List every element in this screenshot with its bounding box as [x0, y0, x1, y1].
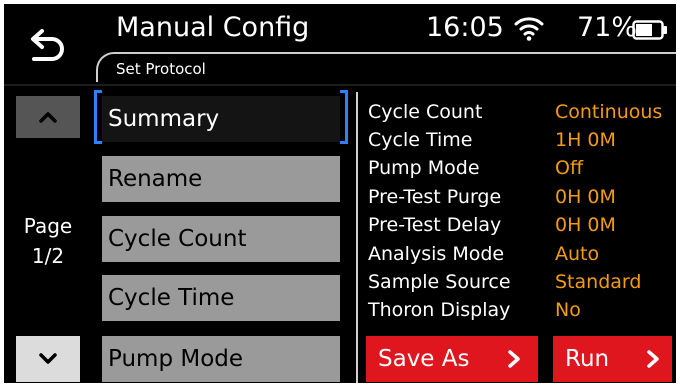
- header-divider: [4, 84, 676, 86]
- detail-value-thoron-display: No: [555, 299, 581, 321]
- detail-label-analysis-mode: Analysis Mode: [368, 243, 505, 265]
- menu-item-cycle-count[interactable]: Cycle Count: [102, 216, 340, 262]
- device-screen: Manual Config Set Protocol 16:05 71% Pag…: [4, 4, 676, 383]
- chevron-down-icon: [39, 353, 57, 364]
- save-as-label: Save As: [378, 346, 470, 372]
- menu-item-label: Summary: [108, 106, 220, 132]
- menu-item-cycle-time[interactable]: Cycle Time: [102, 275, 340, 321]
- detail-value-pump-mode: Off: [555, 157, 584, 179]
- selection-bracket-left: [94, 90, 102, 144]
- menu-item-pump-mode[interactable]: Pump Mode: [102, 336, 340, 382]
- chevron-up-icon: [39, 112, 57, 123]
- menu-item-rename[interactable]: Rename: [102, 156, 340, 202]
- detail-label-cycle-count: Cycle Count: [368, 101, 483, 123]
- page-subtitle: Set Protocol: [116, 60, 206, 78]
- battery-percent: 71%: [577, 12, 638, 43]
- clock-time: 16:05: [426, 12, 504, 43]
- detail-value-cycle-count: Continuous: [555, 101, 663, 123]
- menu-item-label: Pump Mode: [108, 346, 244, 372]
- detail-label-cycle-time: Cycle Time: [368, 129, 473, 151]
- detail-value-sample-source: Standard: [555, 271, 642, 293]
- menu-item-label: Cycle Count: [108, 226, 247, 252]
- menu-item-summary[interactable]: Summary: [94, 90, 348, 144]
- detail-value-analysis-mode: Auto: [555, 243, 600, 265]
- panel-separator: [356, 92, 358, 383]
- back-arrow-icon: [31, 29, 64, 61]
- chevron-right-icon: [508, 350, 520, 368]
- page-number: 1/2: [31, 244, 65, 268]
- detail-label-pre-test-purge: Pre-Test Purge: [368, 186, 502, 208]
- detail-label-sample-source: Sample Source: [368, 271, 511, 293]
- chevron-right-icon: [647, 350, 659, 368]
- menu-item-label: Rename: [108, 166, 203, 192]
- menu-item-label: Cycle Time: [108, 285, 235, 311]
- detail-label-thoron-display: Thoron Display: [368, 299, 511, 321]
- run-label: Run: [565, 346, 610, 372]
- detail-value-pre-test-purge: 0H 0M: [555, 186, 616, 208]
- page-word: Page: [23, 214, 73, 238]
- battery-icon: [632, 20, 667, 40]
- detail-value-cycle-time: 1H 0M: [555, 129, 616, 151]
- wifi-icon: [514, 17, 544, 41]
- page-down-button[interactable]: [16, 336, 80, 382]
- page-title: Manual Config: [116, 12, 310, 43]
- page-indicator: Page 1/2: [4, 211, 92, 271]
- detail-value-pre-test-delay: 0H 0M: [555, 214, 616, 236]
- detail-label-pump-mode: Pump Mode: [368, 157, 480, 179]
- selection-bracket-right: [340, 90, 348, 144]
- detail-label-pre-test-delay: Pre-Test Delay: [368, 214, 502, 236]
- back-button[interactable]: [4, 4, 96, 81]
- run-button[interactable]: Run: [553, 336, 672, 382]
- save-as-button[interactable]: Save As: [366, 336, 538, 382]
- page-up-button[interactable]: [16, 96, 80, 138]
